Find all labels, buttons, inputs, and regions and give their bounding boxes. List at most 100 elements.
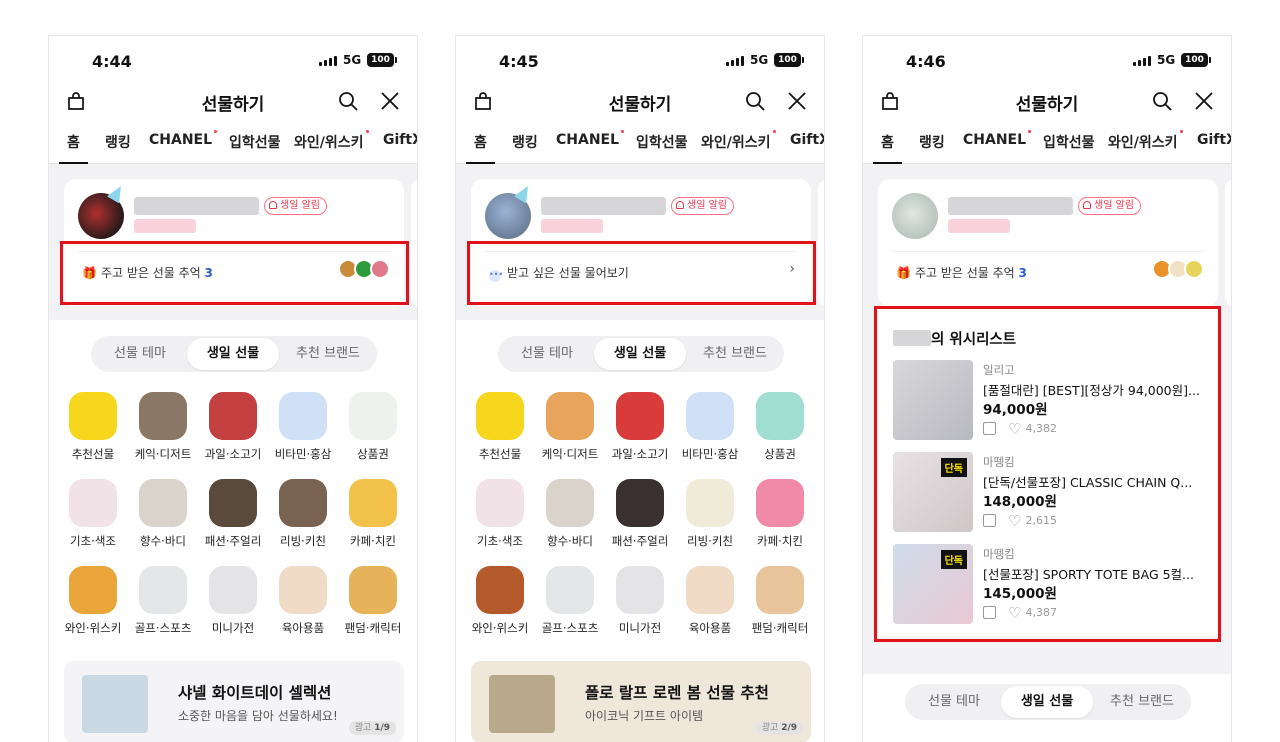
category-cafe[interactable]: 카페·치킨 — [340, 479, 406, 549]
search-icon[interactable] — [1151, 90, 1173, 112]
category-gift-card[interactable]: 상품권 — [340, 392, 406, 462]
status-bar: 4:46 5G 100 — [863, 36, 1231, 84]
category-image — [139, 479, 187, 527]
category-golf[interactable]: 골프·스포츠 — [130, 566, 196, 636]
category-image — [616, 566, 664, 614]
new-dot — [621, 130, 625, 133]
promo-banner[interactable]: 폴로 랄프 로렌 봄 선물 추천 아이코닉 기프트 아이템 광고 2/9 — [471, 661, 811, 742]
blurred-name — [541, 197, 666, 215]
new-dot — [365, 130, 369, 133]
segment-gift-theme[interactable]: 선물 테마 — [99, 336, 181, 372]
category-image — [756, 566, 804, 614]
category-recommended[interactable]: 추천선물 — [60, 392, 126, 462]
segment-birthday-gift[interactable]: 생일 선물 — [1001, 686, 1093, 718]
category-fashion[interactable]: 패션·주얼리 — [200, 479, 266, 549]
birthday-alert-badge[interactable]: 생일 알림 — [264, 197, 327, 215]
bell-icon — [1083, 201, 1091, 209]
segment-birthday-gift[interactable]: 생일 선물 — [594, 338, 686, 370]
category-vitamin[interactable]: 비타민·홍삼 — [270, 392, 336, 462]
tab-home[interactable]: 홈 — [59, 132, 88, 164]
status-bar: 4:45 5G 100 — [456, 36, 824, 84]
app-header: 선물하기 — [863, 84, 1231, 118]
tab-home[interactable]: 홈 — [466, 132, 495, 164]
category-wine[interactable]: 와인·위스키 — [60, 566, 126, 636]
category-wine[interactable]: 와인·위스키 — [467, 566, 533, 636]
tab-ranking[interactable]: 랭킹 — [919, 132, 945, 152]
tab-home[interactable]: 홈 — [873, 132, 902, 164]
signal-icon — [319, 56, 337, 66]
category-living[interactable]: 리빙·키친 — [677, 479, 743, 549]
tab-chanel[interactable]: CHANEL — [963, 130, 1032, 148]
segment-recommended-brand[interactable]: 추천 브랜드 — [283, 336, 373, 372]
category-image — [69, 479, 117, 527]
category-fandom[interactable]: 팬덤·캐릭터 — [747, 566, 813, 636]
category-image — [616, 392, 664, 440]
segment-gift-theme[interactable]: 선물 테마 — [913, 684, 995, 720]
profile-card[interactable]: 생일 알림 🎁 주고 받은 선물 추억 3 — [878, 179, 1218, 307]
tab-chanel[interactable]: CHANEL — [149, 130, 218, 148]
category-image — [756, 392, 804, 440]
category-recommended[interactable]: 추천선물 — [467, 392, 533, 462]
page-title: 선물하기 — [1015, 95, 1079, 115]
next-card-peek — [411, 179, 417, 307]
category-image — [279, 479, 327, 527]
category-golf[interactable]: 골프·스포츠 — [537, 566, 603, 636]
category-fandom[interactable]: 팬덤·캐릭터 — [340, 566, 406, 636]
category-baby[interactable]: 육아용품 — [270, 566, 336, 636]
tab-admission-gift[interactable]: 입학선물 — [636, 132, 688, 152]
divider — [892, 251, 1204, 252]
segment-gift-theme[interactable]: 선물 테마 — [506, 336, 588, 372]
segment-recommended-brand[interactable]: 추천 브랜드 — [690, 336, 780, 372]
tab-admission-gift[interactable]: 입학선물 — [229, 132, 281, 152]
close-icon[interactable] — [786, 90, 808, 112]
tab-giftx[interactable]: GiftX — [1197, 132, 1231, 148]
category-image — [209, 392, 257, 440]
tab-admission-gift[interactable]: 입학선물 — [1043, 132, 1095, 152]
category-cafe[interactable]: 카페·치킨 — [747, 479, 813, 549]
category-vitamin[interactable]: 비타민·홍삼 — [677, 392, 743, 462]
category-fruit-beef[interactable]: 과일·소고기 — [607, 392, 673, 462]
category-cake[interactable]: 케익·디저트 — [130, 392, 196, 462]
promo-banner[interactable]: 샤넬 화이트데이 셀렉션 소중한 마음을 담아 선물하세요! 광고 1/9 — [64, 661, 404, 742]
search-icon[interactable] — [337, 90, 359, 112]
tab-giftx[interactable]: GiftX — [383, 132, 417, 148]
segment-birthday-gift[interactable]: 생일 선물 — [187, 338, 279, 370]
page-title: 선물하기 — [608, 95, 672, 115]
close-icon[interactable] — [1193, 90, 1215, 112]
gift-thumbnails — [1152, 259, 1204, 279]
category-perfume[interactable]: 향수·바디 — [537, 479, 603, 549]
tab-giftx[interactable]: GiftX — [790, 132, 824, 148]
blurred-date — [134, 219, 196, 233]
tab-chanel[interactable]: CHANEL — [556, 130, 625, 148]
category-living[interactable]: 리빙·키친 — [270, 479, 336, 549]
birthday-alert-badge[interactable]: 생일 알림 — [1078, 197, 1141, 215]
category-fruit-beef[interactable]: 과일·소고기 — [200, 392, 266, 462]
category-mini-appliance[interactable]: 미니가전 — [200, 566, 266, 636]
category-mini-appliance[interactable]: 미니가전 — [607, 566, 673, 636]
segment-recommended-brand[interactable]: 추천 브랜드 — [1097, 684, 1187, 720]
category-cake[interactable]: 케익·디저트 — [537, 392, 603, 462]
category-tabs: 홈 랭킹 CHANEL 입학선물 와인/위스키 GiftX — [863, 118, 1231, 164]
birthday-alert-badge[interactable]: 생일 알림 — [671, 197, 734, 215]
category-gift-card[interactable]: 상품권 — [747, 392, 813, 462]
highlight-box — [874, 306, 1221, 642]
category-perfume[interactable]: 향수·바디 — [130, 479, 196, 549]
banner-page-badge: 광고 1/9 — [348, 721, 396, 735]
category-skincare[interactable]: 기초·색조 — [467, 479, 533, 549]
phone-screen-1: 4:44 5G 100 선물하기 홈 랭킹 CHANEL 입학선물 와인/위스키… — [48, 35, 418, 742]
close-icon[interactable] — [379, 90, 401, 112]
category-baby[interactable]: 육아용품 — [677, 566, 743, 636]
category-fashion[interactable]: 패션·주얼리 — [607, 479, 673, 549]
tab-wine-whisky[interactable]: 와인/위스키 — [294, 130, 369, 152]
new-dot — [772, 130, 776, 133]
gift-memory-link[interactable]: 🎁 주고 받은 선물 추억 3 — [896, 264, 1027, 281]
tab-ranking[interactable]: 랭킹 — [105, 132, 131, 152]
category-image — [476, 392, 524, 440]
category-skincare[interactable]: 기초·색조 — [60, 479, 126, 549]
tab-ranking[interactable]: 랭킹 — [512, 132, 538, 152]
highlight-box — [467, 241, 816, 305]
tab-wine-whisky[interactable]: 와인/위스키 — [701, 130, 776, 152]
tab-wine-whisky[interactable]: 와인/위스키 — [1108, 130, 1183, 152]
search-icon[interactable] — [744, 90, 766, 112]
segment-control: 선물 테마 생일 선물 추천 브랜드 — [498, 336, 784, 372]
